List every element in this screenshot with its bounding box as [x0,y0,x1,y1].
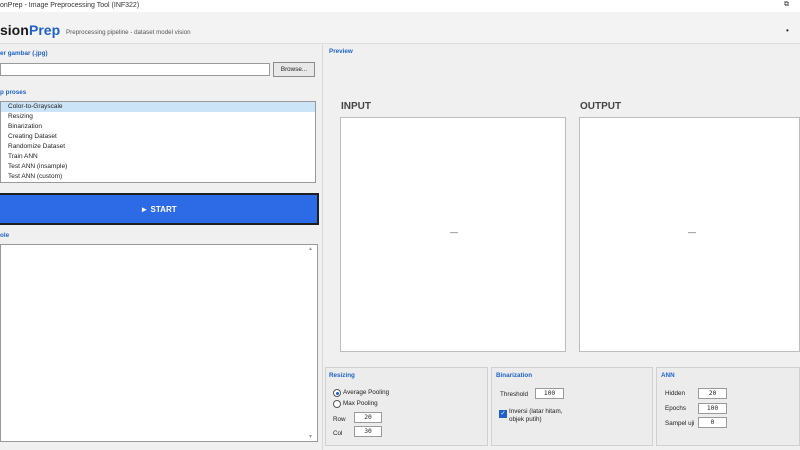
output-title: OUTPUT [580,101,622,112]
app-header: sion Prep Preprocessing pipeline - datas… [0,12,800,44]
invert-checkbox[interactable]: ✓ [499,410,507,418]
app-logo-text: sion [0,22,29,38]
col-input[interactable]: 30 [354,426,382,437]
input-image-canvas: — [340,117,566,352]
hidden-input[interactable]: 20 [698,388,727,399]
window-title: onPrep - Image Preprocessing Tool (INF32… [0,2,140,9]
output-placeholder: — [688,228,696,237]
average-pooling-label[interactable]: Average Pooling [343,389,389,396]
list-item[interactable]: Train ANN [1,152,315,162]
max-pooling-label[interactable]: Max Pooling [343,400,378,407]
console-section-label: ole [0,232,10,239]
binarization-label: Binarization [496,372,533,379]
resizing-label: Resizing [329,372,355,379]
epochs-input[interactable]: 100 [698,403,727,414]
app-logo-accent: Prep [29,22,61,38]
list-item[interactable]: Randomize Dataset [1,142,315,152]
app-subtitle: Preprocessing pipeline - dataset model v… [66,29,191,36]
console-output[interactable] [0,244,318,442]
invert-label-line1[interactable]: Inversi (latar hitam, [509,408,563,415]
file-section-label: er gambar (.jpg) [0,50,48,57]
list-item[interactable]: Test ANN (custom) [1,172,315,182]
list-item[interactable]: Test ANN (insample) [1,162,315,172]
list-item[interactable]: Color-to-Grayscale [1,102,315,112]
ann-label: ANN [661,372,675,379]
threshold-input[interactable]: 100 [535,388,564,399]
list-item[interactable]: Creating Dataset [1,132,315,142]
preview-section-label: Preview [329,48,353,55]
threshold-label: Threshold [500,391,529,398]
input-title: INPUT [341,101,371,112]
col-label: Col [333,430,343,437]
samples-input[interactable]: 0 [698,417,727,428]
restore-icon[interactable]: ⧉ [784,1,789,9]
average-pooling-radio[interactable] [333,389,341,397]
row-input[interactable]: 20 [354,412,382,423]
file-path-input[interactable] [0,63,270,76]
epochs-label: Epochs [665,405,687,412]
hidden-label: Hidden [665,390,685,397]
max-pooling-radio[interactable] [333,400,341,408]
list-item[interactable]: Binarization [1,122,315,132]
invert-label-line2[interactable]: objek putih) [509,416,542,423]
menu-dot-icon[interactable]: • [786,26,789,35]
browse-button[interactable]: Browse... [273,62,315,77]
steps-section-label: p proses [0,89,27,96]
list-item[interactable]: Resizing [1,112,315,122]
steps-listbox[interactable]: Color-to-Grayscale Resizing Binarization… [0,101,316,183]
panel-divider [322,45,323,450]
input-placeholder: — [450,228,458,237]
start-button[interactable]: ► START [0,193,319,225]
samples-label: Sampel uji [665,420,695,427]
scroll-down-icon[interactable]: ▼ [308,434,313,440]
title-bar: onPrep - Image Preprocessing Tool (INF32… [0,0,800,12]
output-image-canvas: — [579,117,800,352]
scroll-up-icon[interactable]: ▲ [308,246,313,252]
row-label: Row [333,416,346,423]
